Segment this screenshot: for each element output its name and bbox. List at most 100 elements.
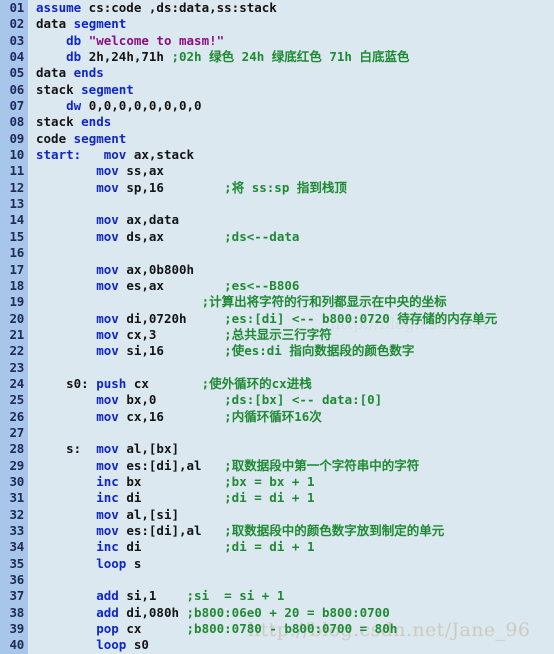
line-number: 03 xyxy=(9,32,25,48)
code-line-content: stack segment xyxy=(28,82,134,98)
code-line[interactable]: 19 ;计算出将字符的行和列都显示在中央的坐标 xyxy=(0,294,554,310)
code-viewer[interactable]: http://blog.csdn.net 01 assume cs:code ,d… xyxy=(0,0,554,654)
code-token-string: "welcome to masm!" xyxy=(88,32,225,48)
code-token-keyword: mov xyxy=(96,506,119,522)
code-line[interactable]: 16 xyxy=(0,245,554,261)
code-line[interactable]: 08 stack ends xyxy=(0,114,554,130)
line-number: 38 xyxy=(9,604,25,620)
line-number: 08 xyxy=(9,114,25,130)
code-line[interactable]: 25 mov bx,0 ;ds:[bx] <-- data:[0] xyxy=(0,392,554,408)
code-line[interactable]: 36 xyxy=(0,572,554,588)
code-line[interactable]: 31 inc di ;di = di + 1 xyxy=(0,490,554,506)
code-line[interactable]: 10 start: mov ax,stack xyxy=(0,147,554,163)
code-line[interactable]: 06 stack segment xyxy=(0,82,554,98)
code-token-keyword: loop xyxy=(96,555,127,571)
line-number: 11 xyxy=(9,163,25,179)
line-number: 06 xyxy=(9,81,25,97)
code-line[interactable]: 28 s: mov al,[bx] xyxy=(0,441,554,457)
code-line[interactable]: 21 mov cx,3 ;总共显示三行字符 xyxy=(0,327,554,343)
code-line[interactable]: 03 db "welcome to masm!" xyxy=(0,33,554,49)
code-line[interactable]: 22 mov si,16 ;使es:di 指向数据段的颜色数字 xyxy=(0,343,554,359)
code-token-comment: 使外循环的 xyxy=(209,375,272,391)
code-token-text: stack xyxy=(36,114,82,130)
code-line[interactable]: 30 inc bx ;bx = bx + 1 xyxy=(0,474,554,490)
code-token-comment: ; xyxy=(224,523,232,538)
code-line[interactable]: 04 db 2h,24h,71h ;02h 绿色 24h 绿底红色 71h 白底… xyxy=(0,49,554,65)
line-number: 25 xyxy=(9,392,25,408)
code-token-keyword: segment xyxy=(73,16,127,32)
line-number: 26 xyxy=(9,408,25,424)
code-token-text: cx xyxy=(118,621,187,637)
code-line-content: db "welcome to masm!" xyxy=(28,33,224,49)
code-line[interactable]: 17 mov ax,0b800h xyxy=(0,262,554,278)
code-line-content: assume cs:code ,ds:data,ss:stack xyxy=(28,0,277,16)
code-token-keyword: loop xyxy=(96,637,127,653)
code-line[interactable]: 15 mov ds,ax ;ds<--data xyxy=(0,229,554,245)
line-number: 09 xyxy=(9,130,25,146)
code-token-text: s xyxy=(126,555,142,571)
code-token-text: s: xyxy=(36,441,97,457)
code-line[interactable]: 05 data ends xyxy=(0,65,554,81)
code-line[interactable]: 18 mov es,ax ;es<--B806 xyxy=(0,278,554,294)
line-number: 20 xyxy=(9,310,25,326)
code-line[interactable]: 11 mov ss,ax xyxy=(0,163,554,179)
code-token-keyword: db xyxy=(66,32,82,48)
code-line[interactable]: 33 mov es:[di],al ;取数据段中的颜色数字放到制定的单元 xyxy=(0,523,554,539)
code-token-comment: 计算出将字符的行和列都显示在中央的坐标 xyxy=(209,294,447,310)
code-line[interactable]: 29 mov es:[di],al ;取数据段中第一个字符串中的字符 xyxy=(0,458,554,474)
code-line-content: mov es:[di],al ;取数据段中的颜色数字放到制定的单元 xyxy=(28,523,444,539)
code-token-comment: 总共显示三行字符 xyxy=(231,326,332,342)
code-line[interactable]: 23 xyxy=(0,360,554,376)
code-line[interactable]: 09 code segment xyxy=(0,131,554,147)
line-number: 10 xyxy=(9,147,25,163)
code-line[interactable]: 40 loop s0 xyxy=(0,637,554,653)
code-line-content: mov ax,data xyxy=(28,212,179,228)
code-token-keyword: segment xyxy=(73,130,127,146)
code-token-keyword: mov xyxy=(96,523,119,538)
line-number: 23 xyxy=(9,359,25,375)
code-line[interactable]: 37 add si,1 ;si = si + 1 xyxy=(0,588,554,604)
code-line-content: mov cx,16 ;内循环循环16次 xyxy=(28,409,322,425)
code-token-keyword: mov xyxy=(96,163,119,179)
line-number: 02 xyxy=(9,16,25,32)
code-line[interactable]: 12 mov sp,16 ;将 ss:sp 指到栈顶 xyxy=(0,180,554,196)
code-line-content: mov es:[di],al ;取数据段中第一个字符串中的字符 xyxy=(28,458,419,474)
code-token-text: di,0720h xyxy=(118,310,225,326)
code-line-content: loop s xyxy=(28,556,141,572)
line-number: 16 xyxy=(9,245,25,261)
line-number: 39 xyxy=(9,621,25,637)
code-token-text: bx xyxy=(118,473,225,489)
code-line[interactable]: 39 pop cx ;b800:0780 - b800:0700 = 80h xyxy=(0,621,554,637)
code-line[interactable]: 26 mov cx,16 ;内循环循环16次 xyxy=(0,409,554,425)
code-line[interactable]: 24 s0: push cx ;使外循环的cx进栈 xyxy=(0,376,554,392)
code-line[interactable]: 02 data segment xyxy=(0,16,554,32)
code-line[interactable]: 34 inc di ;di = di + 1 xyxy=(0,539,554,555)
code-line[interactable]: 13 xyxy=(0,196,554,212)
line-number: 17 xyxy=(9,261,25,277)
code-line[interactable]: 32 mov al,[si] xyxy=(0,507,554,523)
code-line[interactable]: 38 add di,080h ;b800:06e0 + 20 = b800:07… xyxy=(0,605,554,621)
line-number: 24 xyxy=(9,375,25,391)
code-token-keyword: mov xyxy=(96,343,119,359)
code-token-comment: 将 xyxy=(231,179,245,195)
code-line[interactable]: 07 dw 0,0,0,0,0,0,0,0 xyxy=(0,98,554,114)
code-token-comment: ; xyxy=(224,343,232,359)
code-line[interactable]: 01 assume cs:code ,ds:data,ss:stack xyxy=(0,0,554,16)
code-line[interactable]: 14 mov ax,data xyxy=(0,212,554,228)
line-number: 14 xyxy=(9,212,25,228)
code-token-text: stack xyxy=(36,81,82,97)
code-line-content: mov cx,3 ;总共显示三行字符 xyxy=(28,326,332,343)
code-token-keyword: mov xyxy=(96,261,119,277)
code-line[interactable]: 27 xyxy=(0,425,554,441)
line-number: 32 xyxy=(9,506,25,522)
code-token-comment: 取数据段中第一个字符串中的字符 xyxy=(231,457,420,473)
code-token-comment: ;di = di + 1 xyxy=(224,539,315,555)
code-line[interactable]: 35 loop s xyxy=(0,556,554,572)
code-line[interactable]: 20 mov di,0720h ;es:[di] <-- b800:0720 待… xyxy=(0,311,554,327)
code-token-text: es:[di],al xyxy=(118,457,225,473)
